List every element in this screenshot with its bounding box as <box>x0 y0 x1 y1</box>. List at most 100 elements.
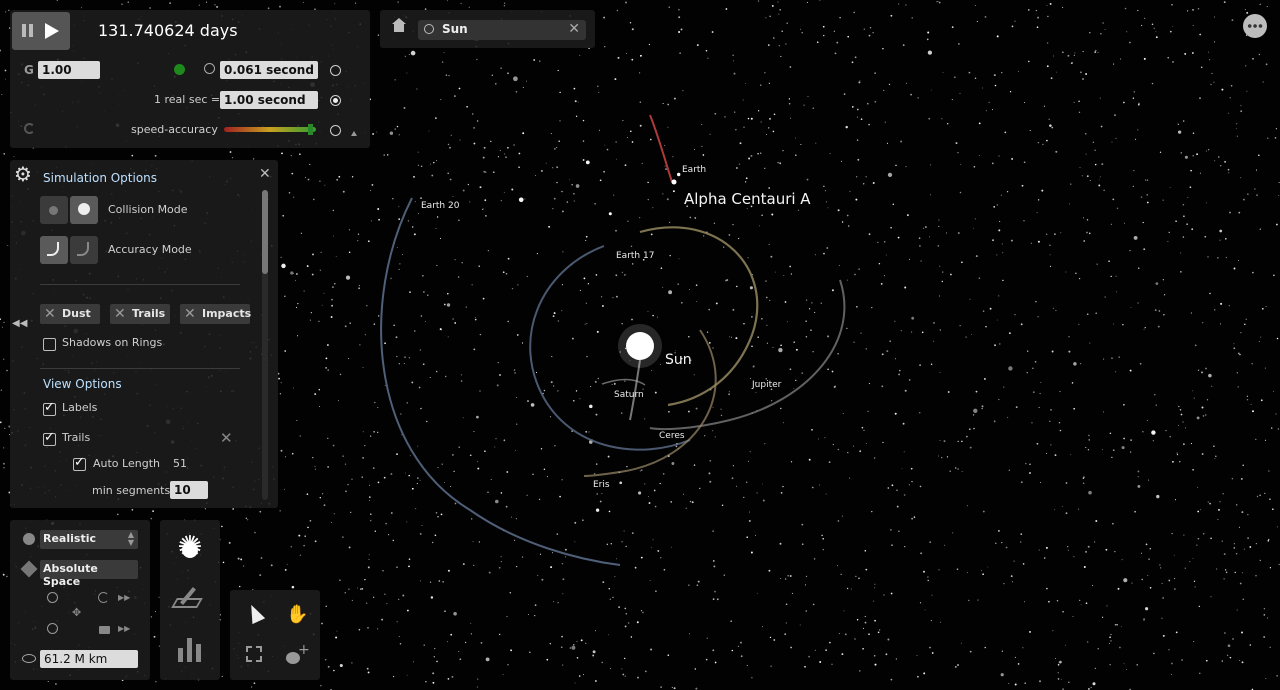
add-body-icon[interactable]: + <box>284 642 312 666</box>
space-mode-value: Absolute Space <box>43 562 98 588</box>
clear-trails-icon[interactable]: ✕ <box>220 429 233 447</box>
shadows-on-rings-checkbox[interactable] <box>43 338 56 351</box>
star <box>500 492 503 494</box>
star <box>1224 632 1226 634</box>
speed-accuracy-radio[interactable] <box>330 125 341 136</box>
scrollbar[interactable] <box>262 190 268 500</box>
star <box>908 379 911 381</box>
scrollbar-thumb[interactable] <box>262 190 268 274</box>
impacts-toggle[interactable]: ✕ Impacts <box>180 304 251 324</box>
star <box>452 195 454 197</box>
center-icon[interactable]: ✥ <box>72 606 81 619</box>
accuracy-mode-low-button[interactable] <box>70 236 98 264</box>
star <box>298 534 301 537</box>
star <box>1241 631 1243 634</box>
real-sec-radio[interactable] <box>330 95 341 106</box>
auto-length-checkbox[interactable] <box>73 455 86 471</box>
star <box>368 496 371 498</box>
sun-brightness-icon[interactable]: ✺ <box>174 530 206 566</box>
fast-forward-icon[interactable]: ▶▶ <box>118 593 130 602</box>
select-cursor-icon[interactable] <box>244 601 266 625</box>
star <box>747 257 749 259</box>
gear-icon[interactable]: ⚙ <box>14 164 32 184</box>
timestep-input[interactable] <box>220 61 318 79</box>
space-mode-select[interactable]: Absolute Space <box>40 560 138 588</box>
label-earth[interactable]: Earth <box>682 165 706 175</box>
star <box>573 192 575 195</box>
star <box>900 330 902 332</box>
star <box>799 624 801 626</box>
search-input[interactable]: Sun <box>442 22 468 36</box>
star <box>959 325 961 327</box>
zoom-in-icon[interactable] <box>47 592 58 603</box>
label-ceres[interactable]: Ceres <box>659 431 685 441</box>
star <box>696 44 699 47</box>
trails-view-checkbox[interactable] <box>43 430 56 446</box>
collapse-left-icon[interactable]: ◀◀ <box>12 318 27 329</box>
star <box>1129 369 1132 372</box>
fast-forward-2-icon[interactable]: ▶▶ <box>118 624 130 633</box>
star <box>765 296 768 299</box>
label-alpha-centauri-a[interactable]: Alpha Centauri A <box>684 190 811 208</box>
label-eris[interactable]: Eris <box>593 480 610 490</box>
star <box>945 232 948 234</box>
chart-icon[interactable] <box>176 636 204 664</box>
earth-body[interactable] <box>671 179 677 185</box>
star <box>1121 446 1125 450</box>
star <box>920 552 923 555</box>
pause-button[interactable] <box>20 22 36 40</box>
sun-body[interactable] <box>626 332 654 360</box>
trails-toggle[interactable]: ✕ Trails <box>110 304 170 324</box>
close-panel-icon[interactable]: ✕ <box>259 166 271 182</box>
speed-accuracy-handle[interactable] <box>308 124 313 135</box>
box-select-icon[interactable] <box>246 646 262 662</box>
star <box>1275 223 1278 226</box>
camera-icon[interactable] <box>99 626 110 634</box>
star <box>564 548 567 551</box>
distance-input[interactable] <box>40 650 138 668</box>
label-jupiter[interactable]: Jupiter <box>752 380 781 390</box>
speed-accuracy-slider[interactable] <box>224 124 316 135</box>
reset-icon[interactable] <box>24 123 35 134</box>
label-saturn[interactable]: Saturn <box>614 390 644 400</box>
render-mode-select[interactable]: Realistic ▲ ▼ <box>40 530 138 549</box>
star <box>575 184 580 188</box>
edit-plane-icon[interactable] <box>171 587 204 612</box>
labels-checkbox[interactable] <box>43 400 56 416</box>
home-icon[interactable] <box>392 18 406 32</box>
pan-hand-icon[interactable]: ✋ <box>286 604 308 625</box>
star <box>818 438 820 440</box>
star <box>454 259 456 261</box>
star <box>1054 233 1056 235</box>
collision-mode-merge-button[interactable] <box>40 196 68 224</box>
zoom-out-icon[interactable] <box>47 623 58 634</box>
gravity-input[interactable] <box>38 61 100 79</box>
star <box>602 581 605 583</box>
star <box>284 295 286 297</box>
star <box>628 622 630 624</box>
star <box>499 374 501 376</box>
star <box>1078 111 1081 113</box>
collapse-arrow-icon[interactable] <box>351 131 357 136</box>
star <box>1143 328 1145 330</box>
clear-search-icon[interactable]: ✕ <box>568 21 580 37</box>
play-button[interactable] <box>42 22 62 42</box>
accuracy-mode-high-button[interactable] <box>40 236 68 264</box>
star <box>1103 411 1105 413</box>
real-sec-input[interactable] <box>220 91 318 109</box>
collision-mode-bounce-button[interactable] <box>70 196 98 224</box>
star <box>1105 548 1108 551</box>
timestep-radio[interactable] <box>330 65 341 76</box>
star <box>47 681 49 682</box>
more-menu-button[interactable] <box>1243 14 1267 38</box>
label-sun[interactable]: Sun <box>665 352 692 368</box>
rotate-icon[interactable] <box>98 592 109 603</box>
dust-toggle[interactable]: ✕ Dust <box>40 304 100 324</box>
star <box>1244 9 1246 11</box>
label-earth-17[interactable]: Earth 17 <box>616 251 654 261</box>
star <box>1194 586 1196 588</box>
search-box[interactable]: Sun ✕ <box>418 20 586 40</box>
label-earth-20[interactable]: Earth 20 <box>421 201 459 211</box>
star <box>874 100 877 103</box>
min-segments-input[interactable] <box>170 481 208 499</box>
